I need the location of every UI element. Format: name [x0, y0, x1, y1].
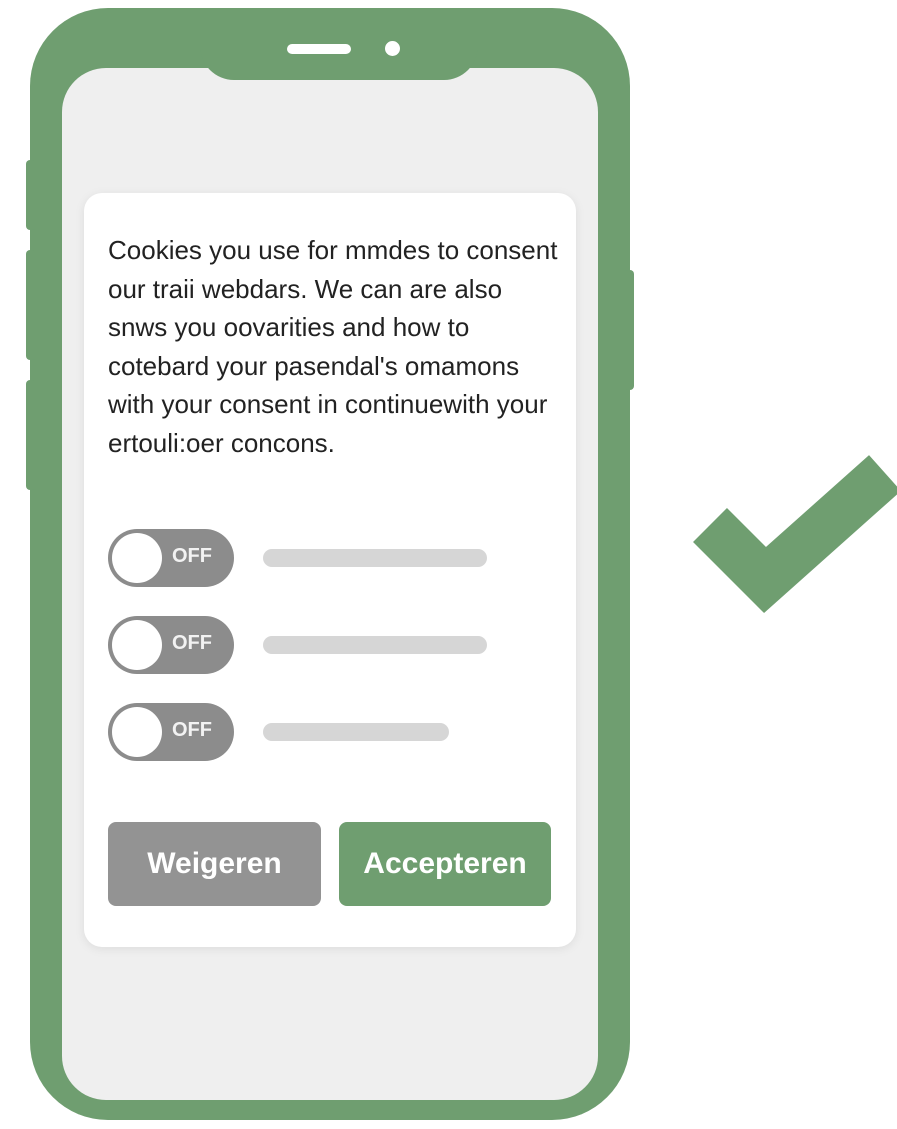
toggle-knob: [112, 707, 162, 757]
phone-side-button-top: [26, 160, 36, 230]
consent-toggle-2[interactable]: OFF: [108, 616, 234, 674]
option-label-placeholder: [263, 549, 487, 567]
option-label-placeholder: [263, 723, 449, 741]
accept-button[interactable]: Accepteren: [339, 822, 551, 906]
consent-toggle-3[interactable]: OFF: [108, 703, 234, 761]
toggle-knob: [112, 533, 162, 583]
consent-option-row: OFF: [108, 703, 508, 763]
consent-option-row: OFF: [108, 529, 508, 589]
toggle-state-label: OFF: [172, 719, 212, 741]
option-label-placeholder: [263, 636, 487, 654]
toggle-state-label: OFF: [172, 545, 212, 567]
cookie-consent-dialog: Cookies you use for mmdes to consent our…: [84, 193, 576, 947]
consent-toggle-1[interactable]: OFF: [108, 529, 234, 587]
camera-icon: [385, 41, 400, 56]
phone-side-button-volume-up: [26, 250, 36, 360]
toggle-knob: [112, 620, 162, 670]
phone-side-button-volume-down: [26, 380, 36, 490]
decline-button[interactable]: Weigeren: [108, 822, 321, 906]
toggle-state-label: OFF: [172, 632, 212, 654]
checkmark-icon: [693, 455, 897, 613]
consent-message: Cookies you use for mmdes to consent our…: [108, 235, 558, 458]
phone-power-button: [624, 270, 634, 390]
consent-option-row: OFF: [108, 616, 508, 676]
speaker-icon: [287, 44, 351, 54]
